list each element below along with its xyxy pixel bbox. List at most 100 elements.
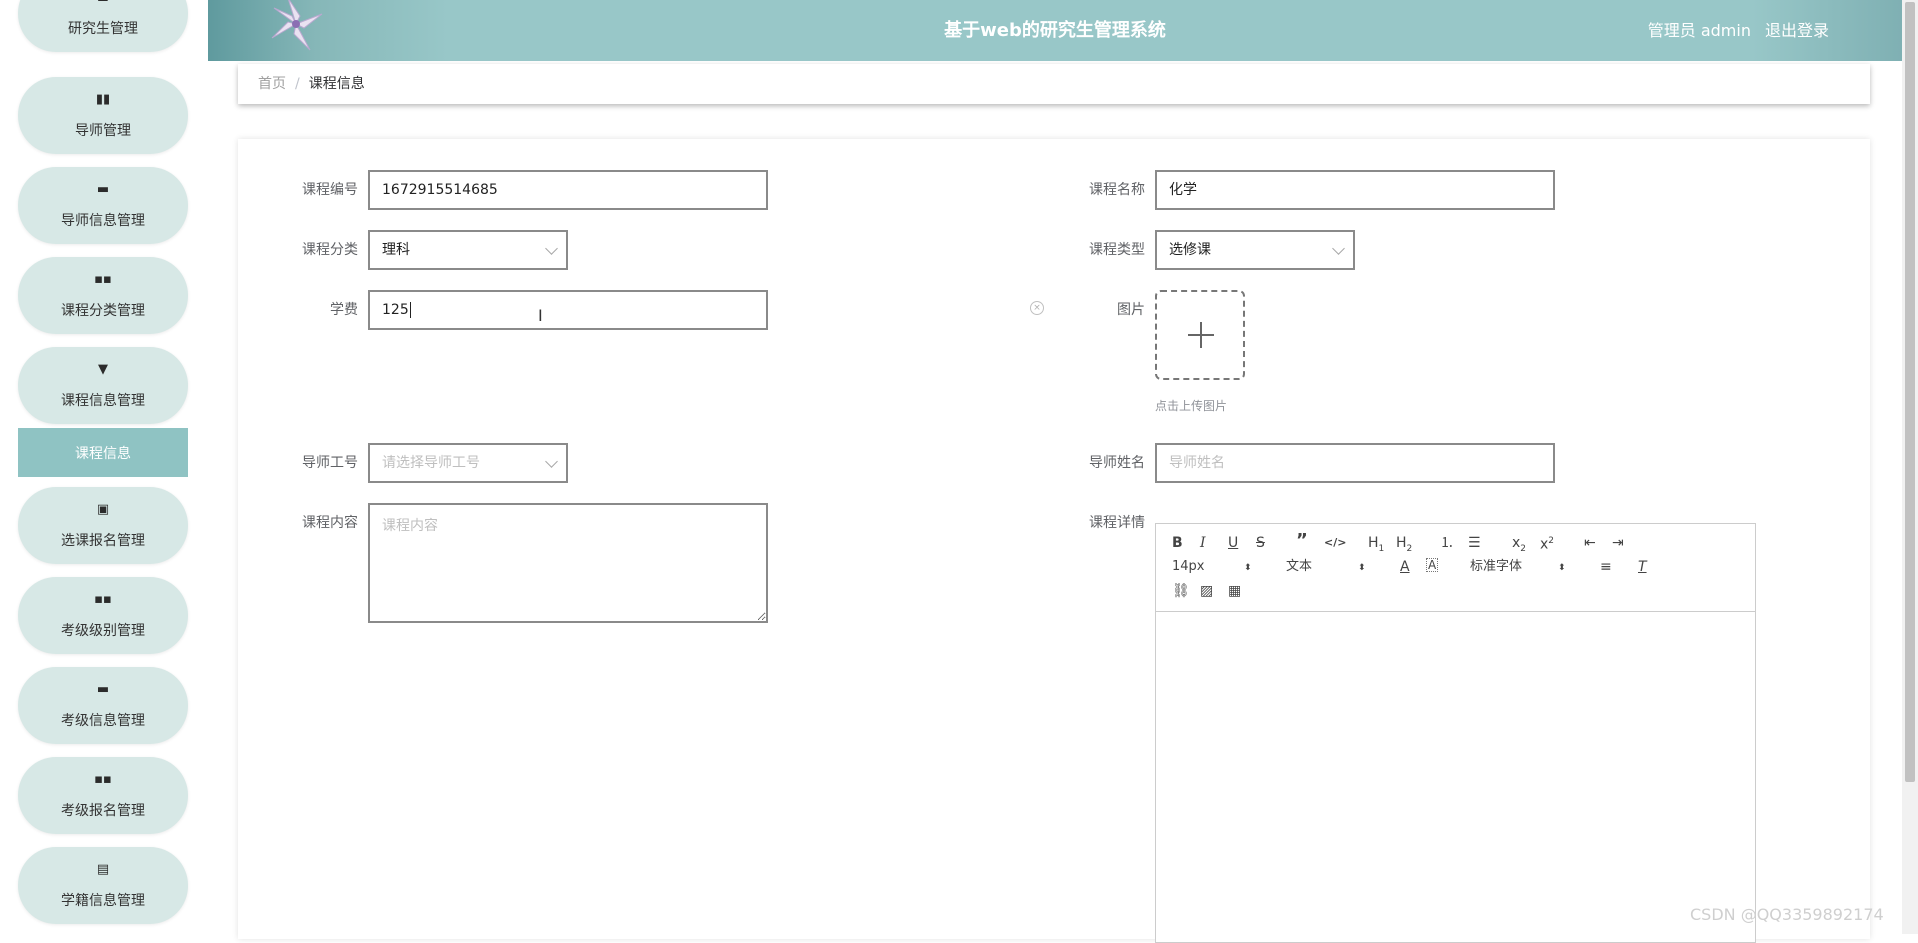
breadcrumb-separator: / <box>295 76 300 92</box>
sidebar-item-course-info[interactable]: ▼ 课程信息管理 <box>18 347 188 424</box>
content-label: 课程内容 <box>302 515 358 531</box>
heading-select-value: 文本 <box>1286 559 1313 574</box>
category-select[interactable]: 理科 <box>368 230 568 270</box>
sidebar-item-label: 考级报名管理 <box>61 802 145 819</box>
sidebar-item-label: 导师信息管理 <box>61 212 145 229</box>
subscript-icon[interactable]: x2 <box>1512 534 1526 558</box>
breadcrumb: 首页 / 课程信息 <box>238 64 1870 104</box>
book-icon: ▮▮ <box>95 91 111 107</box>
ordered-list-icon[interactable]: ⒈ <box>1440 534 1454 552</box>
fee-label: 学费 <box>330 302 358 318</box>
sidebar-item-label: 学籍信息管理 <box>61 892 145 909</box>
heading2-icon[interactable]: H2 <box>1396 534 1412 558</box>
sidebar-item-label: 选课报名管理 <box>61 532 145 549</box>
course-name-input[interactable]: 化学 <box>1155 170 1555 210</box>
scrollbar-thumb[interactable] <box>1905 2 1915 782</box>
sidebar-item-label: 课程分类管理 <box>61 302 145 319</box>
font-color-icon[interactable]: A <box>1400 558 1410 576</box>
rich-text-editor: B I U S ” </> H1 H2 ⒈ ☰ x2 x2 ⇤ ⇥ 14px ⬍… <box>1155 523 1756 943</box>
updown-icon: ⬍ <box>1244 563 1252 573</box>
sidebar-subitem-course-info[interactable]: 课程信息 <box>18 428 188 477</box>
strike-icon[interactable]: S <box>1256 534 1265 552</box>
outdent-icon[interactable]: ⇤ <box>1584 534 1596 552</box>
bold-icon[interactable]: B <box>1172 534 1183 552</box>
course-name-label: 课程名称 <box>1089 182 1145 198</box>
underline-icon[interactable]: U <box>1228 534 1238 552</box>
link-icon[interactable]: ⛓ <box>1172 582 1190 600</box>
course-no-label: 课程编号 <box>302 182 358 198</box>
sidebar-item-enroll[interactable]: ▣ 选课报名管理 <box>18 487 188 564</box>
sidebar-item-exam-enroll[interactable]: ▪▪ 考级报名管理 <box>18 757 188 834</box>
text-caret <box>409 302 411 318</box>
sidebar-item-label: 考级级别管理 <box>61 622 145 639</box>
fee-input[interactable]: 125 <box>368 290 768 330</box>
logout-link[interactable]: 退出登录 <box>1765 21 1829 40</box>
teacher-no-placeholder: 请选择导师工号 <box>382 455 480 471</box>
image-upload-button[interactable] <box>1155 290 1245 380</box>
code-block-icon[interactable]: </> <box>1324 534 1346 552</box>
sidebar-item-label: 研究生管理 <box>68 20 138 37</box>
upload-tip: 点击上传图片 <box>1155 399 1228 413</box>
chevron-down-icon <box>545 242 558 255</box>
sidebar-item-student-status[interactable]: ▤ 学籍信息管理 <box>18 847 188 924</box>
category-select-value: 理科 <box>382 242 410 258</box>
sidebar-item-course-category[interactable]: ▪▪ 课程分类管理 <box>18 257 188 334</box>
editor-content-area[interactable] <box>1156 612 1755 942</box>
page-scrollbar[interactable] <box>1902 0 1918 934</box>
breadcrumb-current: 课程信息 <box>308 76 365 92</box>
chevron-down-icon <box>1332 242 1345 255</box>
updown-icon: ⬍ <box>1558 563 1566 573</box>
teacher-no-select[interactable]: 请选择导师工号 <box>368 443 568 483</box>
align-icon[interactable]: ≡ <box>1600 558 1612 576</box>
grid-icon: ▪▪ <box>94 271 112 287</box>
course-type-select[interactable]: 选修课 <box>1155 230 1355 270</box>
font-size-select-value: 14px <box>1172 559 1205 574</box>
breadcrumb-home[interactable]: 首页 <box>258 76 286 92</box>
clipboard-icon: ▤ <box>96 861 110 877</box>
top-header: 基于web的研究生管理系统 管理员 admin 退出登录 <box>208 0 1902 61</box>
indent-icon[interactable]: ⇥ <box>1612 534 1624 552</box>
sidebar-item-tutor-info[interactable]: ▬ 导师信息管理 <box>18 167 188 244</box>
blockquote-icon[interactable]: ” <box>1296 532 1308 550</box>
teacher-no-label: 导师工号 <box>302 455 358 471</box>
chevron-down-icon <box>545 455 558 468</box>
sidebar-item-exam-info[interactable]: ▬ 考级信息管理 <box>18 667 188 744</box>
fee-input-value: 125 <box>382 302 409 318</box>
image-label: 图片 <box>1117 302 1145 318</box>
sidebar-item-exam-level[interactable]: ▪▪ 考级级别管理 <box>18 577 188 654</box>
text-cursor-icon: I <box>538 306 543 325</box>
user-label: 管理员 admin <box>1647 21 1751 40</box>
image-icon[interactable]: ▨ <box>1200 582 1213 600</box>
grid-icon: ▪▪ <box>94 591 112 607</box>
font-size-select[interactable]: 14px ⬍ <box>1172 558 1252 576</box>
content-textarea[interactable] <box>368 503 768 623</box>
detail-label: 课程详情 <box>1089 515 1145 531</box>
sidebar-item-graduate[interactable]: ☰ 研究生管理 <box>18 0 188 52</box>
heading-select[interactable]: 文本 ⬍ <box>1286 558 1366 576</box>
superscript-icon[interactable]: x2 <box>1540 532 1554 554</box>
sidebar-item-tutor[interactable]: ▮▮ 导师管理 <box>18 77 188 154</box>
video-icon[interactable]: ▦ <box>1228 582 1241 600</box>
grid-icon: ▪▪ <box>94 771 112 787</box>
category-label: 课程分类 <box>302 242 358 258</box>
clear-format-icon[interactable]: T <box>1638 558 1647 576</box>
watermark: CSDN @QQ3359892174 <box>1690 905 1884 924</box>
course-type-label: 课程类型 <box>1089 242 1145 258</box>
clipboard-icon: ▣ <box>96 501 110 517</box>
chat-icon: ▬ <box>96 681 110 697</box>
monitor-icon: ▬ <box>96 181 110 197</box>
teacher-name-input[interactable]: 导师姓名 <box>1155 443 1555 483</box>
italic-icon[interactable]: I <box>1200 534 1206 552</box>
heading1-icon[interactable]: H1 <box>1368 534 1384 558</box>
font-family-select[interactable]: 标准字体 ⬍ <box>1470 558 1566 576</box>
sidebar-item-label: 导师管理 <box>75 122 131 139</box>
sidebar-item-label: 课程信息管理 <box>61 392 145 409</box>
sidebar: ☰ 研究生管理 ▮▮ 导师管理 ▬ 导师信息管理 ▪▪ 课程分类管理 ▼ 课程信… <box>0 0 208 934</box>
list-icon: ☰ <box>97 0 109 8</box>
tray-icon: ▼ <box>98 361 108 377</box>
course-no-input[interactable]: 1672915514685 <box>368 170 768 210</box>
background-color-icon[interactable]: A <box>1426 558 1439 572</box>
plus-icon-vertical <box>1200 322 1202 348</box>
teacher-name-label: 导师姓名 <box>1089 455 1145 471</box>
bullet-list-icon[interactable]: ☰ <box>1468 534 1481 552</box>
